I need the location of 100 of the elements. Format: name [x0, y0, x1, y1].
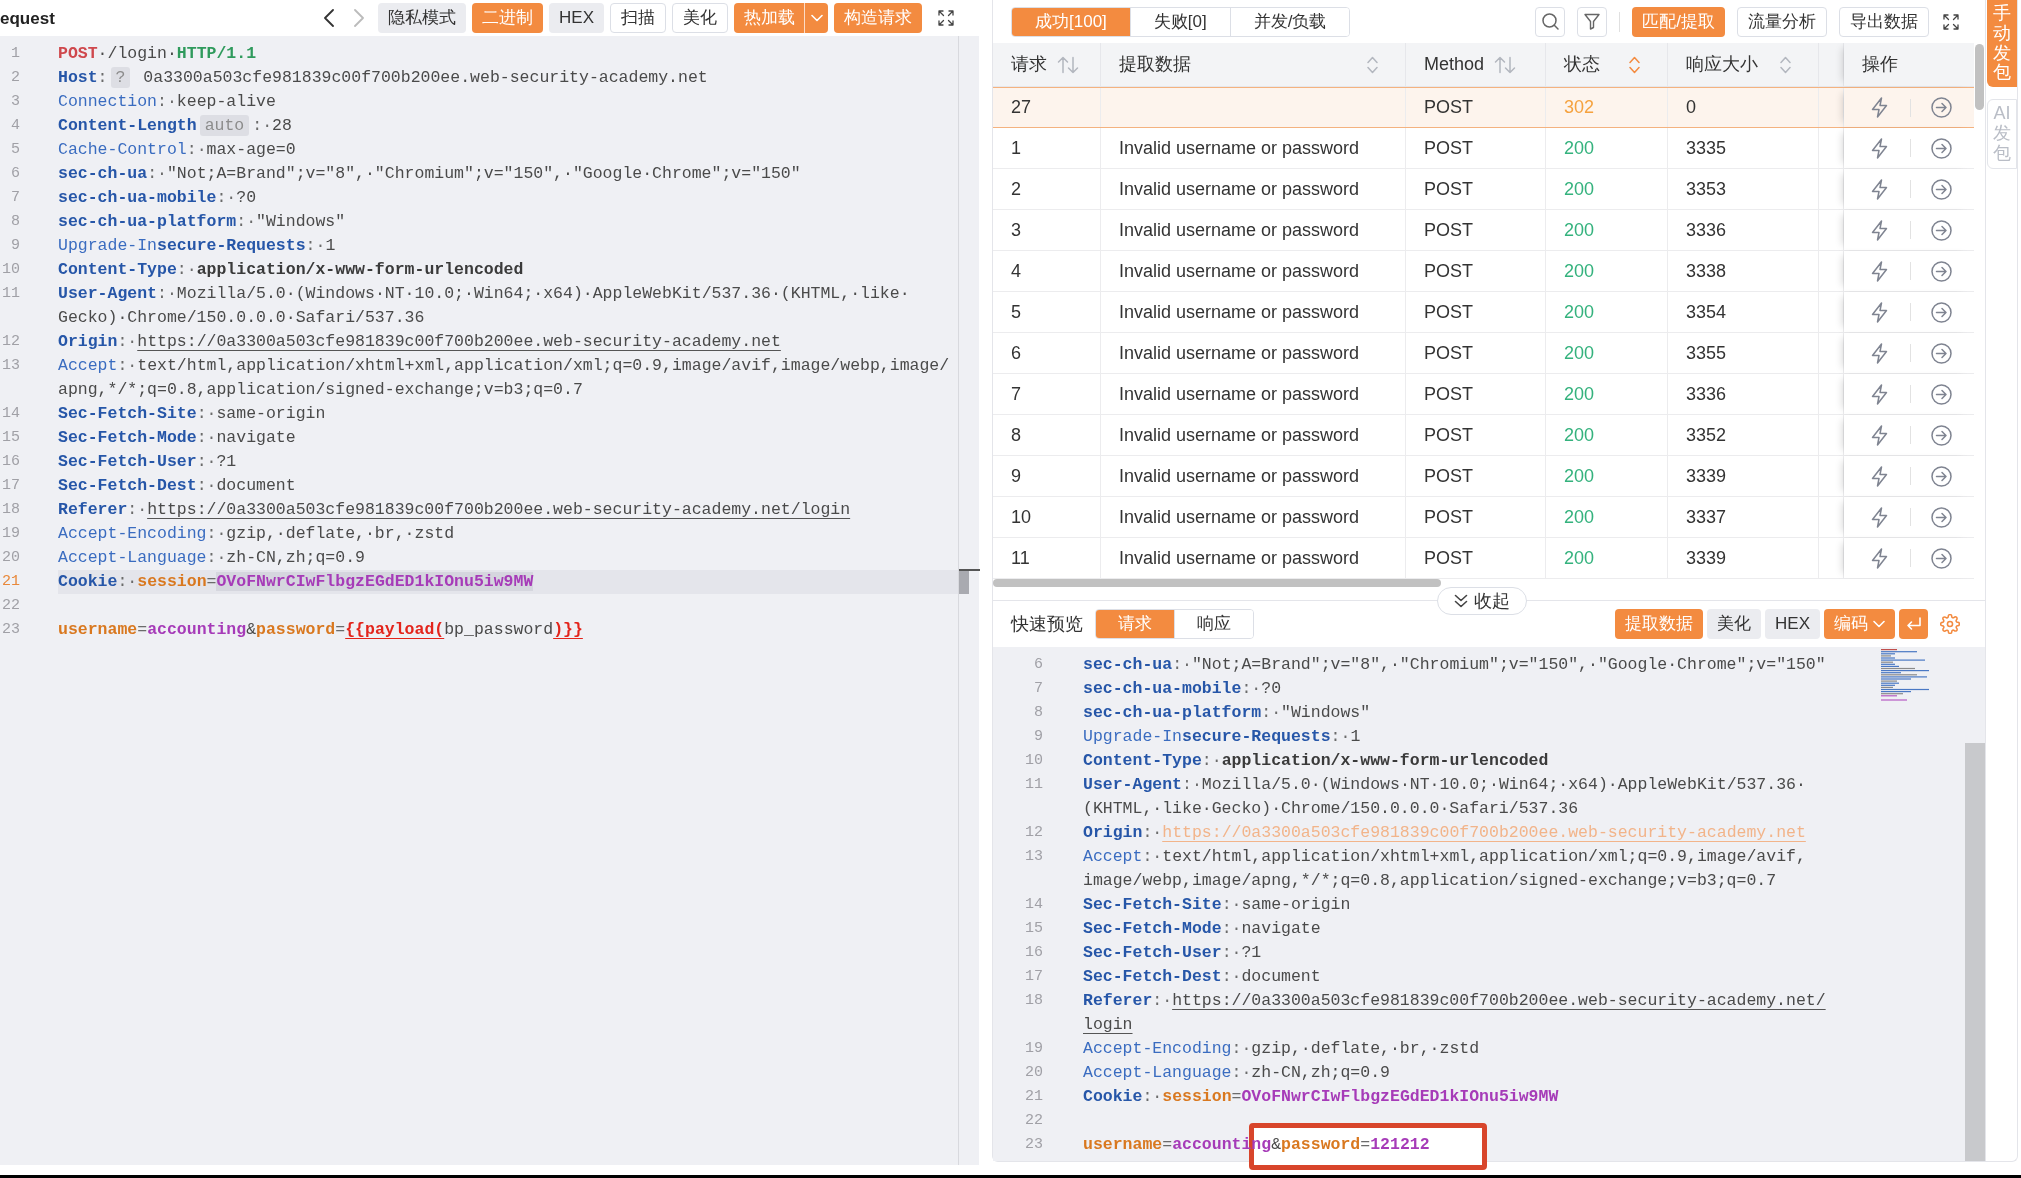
lightning-icon[interactable]: [1871, 342, 1888, 364]
tab[interactable]: 并发/负载: [1229, 7, 1350, 36]
lightning-icon[interactable]: [1871, 219, 1888, 241]
sort-chevrons-icon[interactable]: [1629, 55, 1640, 74]
table-row[interactable]: 6 Invalid username or password POST 200 3355: [993, 333, 1974, 374]
table-cell: 3352: [1668, 415, 1819, 455]
table-row[interactable]: 3 Invalid username or password POST 200 3336: [993, 210, 1974, 251]
arrow-circle-icon[interactable]: [1931, 219, 1952, 241]
line-number: 4: [10, 116, 20, 136]
search-icon: [1541, 13, 1559, 30]
scrollbar-thumb[interactable]: [959, 569, 969, 594]
table-cell: 3: [993, 210, 1101, 250]
dropdown-button[interactable]: [804, 3, 828, 33]
chevron-right-icon[interactable]: [354, 9, 365, 27]
line-number: 18: [1024, 991, 1043, 1011]
arrow-circle-icon[interactable]: [1931, 342, 1952, 364]
scrollbar-thumb[interactable]: [1975, 44, 1984, 110]
expand-icon[interactable]: [938, 10, 954, 26]
code-line: sec-ch-ua-mobile:·?0: [1083, 678, 1282, 700]
table-cell: Invalid username or password: [1101, 333, 1406, 373]
arrow-circle-icon[interactable]: [1931, 178, 1952, 200]
code-line: Connection:·keep-alive: [58, 91, 276, 113]
table-cell: 3354: [1668, 292, 1819, 332]
tab[interactable]: 响应: [1174, 610, 1253, 638]
table-cell: POST: [1406, 374, 1546, 414]
lightning-icon[interactable]: [1871, 178, 1888, 200]
panel-title: 快速预览: [1011, 612, 1083, 636]
table-row[interactable]: 5 Invalid username or password POST 200 3354: [993, 292, 1974, 333]
arrow-circle-icon[interactable]: [1931, 383, 1952, 405]
line-number: 8: [10, 212, 20, 232]
table-cell: 200: [1546, 374, 1668, 414]
arrow-circle-icon[interactable]: [1931, 424, 1952, 446]
line-number: 9: [10, 236, 20, 256]
column-header[interactable]: Method: [1424, 51, 1485, 78]
table-cell: 200: [1546, 169, 1668, 209]
table-row[interactable]: 9 Invalid username or password POST 200 3339: [993, 456, 1974, 497]
code-line: Cookie:·session=OVoFNwrCIwFlbgzEGdED1kIOnu5iw9MW: [1083, 1086, 1559, 1108]
toolbar-button[interactable]: 隐私模式: [378, 3, 467, 33]
toolbar-button[interactable]: 扫描: [610, 3, 666, 33]
collapse-button[interactable]: 收起: [1437, 587, 1527, 615]
table-cell: 200: [1546, 415, 1668, 455]
table-row[interactable]: 4 Invalid username or password POST 200 3338: [993, 251, 1974, 292]
arrow-circle-icon[interactable]: [1931, 97, 1952, 118]
toolbar-button[interactable]: 美化: [672, 3, 728, 33]
line-number: 9: [1033, 727, 1043, 747]
scrollbar-thumb[interactable]: [1965, 743, 1985, 1161]
scrollbar-thumb[interactable]: [993, 579, 1441, 587]
lightning-icon[interactable]: [1871, 383, 1888, 405]
line-number: 21: [1024, 1087, 1043, 1107]
table-row[interactable]: 2 Invalid username or password POST 200 3353: [993, 169, 1974, 210]
table-cell: Invalid username or password: [1101, 251, 1406, 291]
table-row[interactable]: 7 Invalid username or password POST 200 3336: [993, 374, 1974, 415]
table-row[interactable]: 11 Invalid username or password POST 200 3339: [993, 538, 1974, 579]
lightning-icon[interactable]: [1871, 547, 1888, 569]
search-button[interactable]: [1535, 6, 1566, 37]
column-header[interactable]: 状态: [1564, 51, 1600, 78]
arrow-circle-icon[interactable]: [1931, 137, 1952, 159]
toolbar-button[interactable]: HEX: [549, 3, 604, 33]
table-cell: 3337: [1668, 497, 1819, 537]
column-header[interactable]: 响应大小: [1686, 51, 1758, 78]
table-cell: 4: [993, 251, 1101, 291]
wrap-button[interactable]: [1899, 609, 1928, 639]
arrow-circle-icon[interactable]: [1931, 547, 1952, 569]
table-cell: POST: [1406, 456, 1546, 496]
lightning-icon[interactable]: [1871, 301, 1888, 323]
table-row[interactable]: 27 POST 302 0: [993, 87, 1974, 128]
lightning-icon[interactable]: [1871, 97, 1888, 118]
column-header[interactable]: 请求: [1011, 51, 1047, 78]
toolbar-button[interactable]: 美化: [1707, 609, 1762, 639]
settings-icon[interactable]: [1940, 614, 1960, 634]
arrow-circle-icon[interactable]: [1931, 301, 1952, 323]
lightning-icon[interactable]: [1871, 424, 1888, 446]
table-cell: 3336: [1668, 374, 1819, 414]
toolbar-button[interactable]: 导出数据: [1839, 6, 1929, 37]
code-line: Upgrade-Insecure-Requests:·1: [58, 235, 336, 257]
table-cell: Invalid username or password: [1101, 538, 1406, 578]
code-line: sec-ch-ua-platform:·"Windows": [58, 211, 346, 233]
lightning-icon[interactable]: [1871, 137, 1888, 159]
lightning-icon[interactable]: [1871, 506, 1888, 528]
chevron-left-icon[interactable]: [324, 9, 335, 27]
filter-button[interactable]: [1577, 6, 1608, 37]
toolbar-button[interactable]: HEX: [1765, 609, 1820, 639]
lightning-icon[interactable]: [1871, 465, 1888, 487]
column-header[interactable]: 提取数据: [1119, 51, 1191, 78]
table-row[interactable]: 10 Invalid username or password POST 200 3337: [993, 497, 1974, 538]
line-number: 20: [1024, 1063, 1043, 1083]
table-cell: 200: [1546, 292, 1668, 332]
code-line: Content-Type:·application/x-www-form-urlencoded: [1083, 750, 1549, 772]
expand-icon[interactable]: [1943, 13, 1959, 30]
line-number: 8: [1033, 703, 1043, 723]
arrow-circle-icon[interactable]: [1931, 506, 1952, 528]
column-header[interactable]: 操作: [1862, 51, 1898, 78]
arrow-circle-icon[interactable]: [1931, 260, 1952, 282]
arrow-circle-icon[interactable]: [1931, 465, 1952, 487]
lightning-icon[interactable]: [1871, 260, 1888, 282]
table-row[interactable]: 8 Invalid username or password POST 200 3352: [993, 415, 1974, 456]
table-cell: 200: [1546, 128, 1668, 168]
toolbar-button[interactable]: 流量分析: [1737, 6, 1827, 37]
table-row[interactable]: 1 Invalid username or password POST 200 3335: [993, 128, 1974, 169]
code-line: Sec-Fetch-Dest:·document: [58, 475, 296, 497]
